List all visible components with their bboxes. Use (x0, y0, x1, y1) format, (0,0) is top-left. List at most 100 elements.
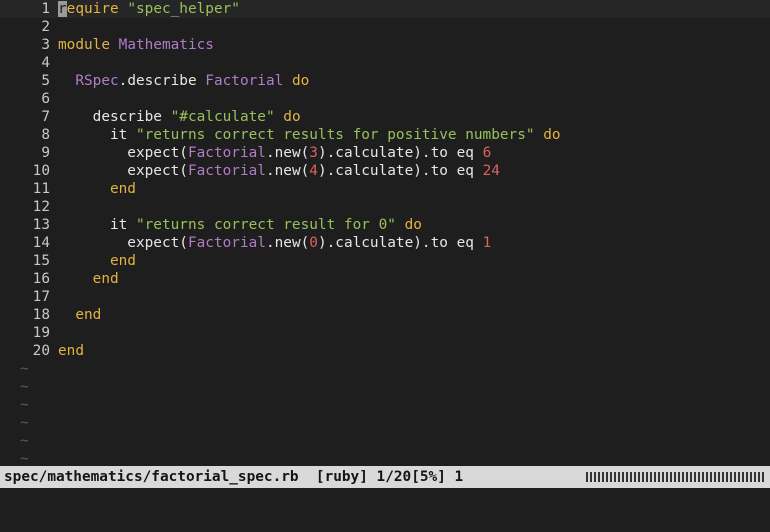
line-number: 14 (32, 235, 50, 251)
code-text: end (58, 270, 119, 288)
status-text: spec/mathematics/factorial_spec.rb [ruby… (4, 469, 464, 485)
token-plain: expect( (58, 235, 188, 251)
token-plain: .new( (265, 163, 310, 179)
code-line[interactable]: 5 RSpec.describe Factorial do (0, 72, 309, 90)
code-line[interactable]: 10 expect(Factorial.new(4).calculate).to… (0, 162, 500, 180)
editor-pane[interactable]: 1 require "spec_helper" 2 3 module Mathemati… (0, 0, 770, 467)
command-line[interactable] (0, 488, 770, 503)
code-text: it "returns correct results for positive… (58, 126, 561, 144)
token-const: RSpec (75, 73, 119, 89)
empty-line-marker: ~ (20, 433, 29, 449)
line-number: 3 (41, 37, 50, 53)
line-number: 17 (32, 289, 50, 305)
token-const: Factorial (187, 163, 266, 179)
token-kw: end (109, 253, 136, 269)
line-number: 7 (41, 109, 50, 125)
code-line[interactable]: 20 end (0, 342, 84, 360)
token-plain: expect( (58, 145, 188, 161)
token-kw: end (58, 343, 84, 359)
code-line[interactable]: 17 (0, 288, 58, 306)
code-line[interactable]: 6 (0, 90, 58, 108)
line-number: 12 (32, 199, 50, 215)
code-text: module Mathematics (58, 36, 214, 54)
code-line[interactable]: 3 module Mathematics (0, 36, 214, 54)
token-plain: it (58, 217, 136, 233)
line-number: 5 (41, 73, 50, 89)
scroll-indicator (586, 472, 766, 482)
token-kw: do (404, 217, 422, 233)
token-plain: describe (58, 109, 171, 125)
token-const: Factorial (187, 145, 266, 161)
code-line[interactable]: 7 describe "#calculate" do (0, 108, 301, 126)
token-num: 3 (309, 145, 318, 161)
code-text: it "returns correct result for 0" do (58, 216, 422, 234)
line-number: 9 (41, 145, 50, 161)
line-number: 4 (41, 55, 50, 71)
code-line[interactable]: 12 (0, 198, 58, 216)
token-kw: end (109, 181, 136, 197)
token-plain: ).calculate).to eq (317, 145, 483, 161)
line-number: 19 (32, 325, 50, 341)
empty-line-marker: ~ (20, 397, 29, 413)
code-text: describe "#calculate" do (58, 108, 301, 126)
token-num: 24 (482, 163, 500, 179)
token-str: "returns correct result for 0" (135, 217, 396, 233)
token-plain: ).calculate).to eq (317, 235, 483, 251)
token-num: 4 (309, 163, 318, 179)
token-str: "returns correct results for positive nu… (135, 127, 535, 143)
token-plain: it (58, 127, 136, 143)
code-line[interactable]: 13 it "returns correct result for 0" do (0, 216, 422, 234)
code-text: require "spec_helper" (58, 0, 240, 18)
token-const: Factorial (187, 235, 266, 251)
token-kw: do (283, 109, 301, 125)
line-number: 18 (32, 307, 50, 323)
code-text: end (58, 252, 136, 270)
code-text: end (58, 306, 101, 324)
token-plain: .describe (118, 73, 206, 89)
line-number: 6 (41, 91, 50, 107)
code-text: expect(Factorial.new(0).calculate).to eq… (58, 234, 491, 252)
token-plain: ).calculate).to eq (317, 163, 483, 179)
code-line[interactable]: 2 (0, 18, 58, 36)
line-number: 20 (32, 343, 50, 359)
token-kw: do (291, 73, 310, 89)
code-line[interactable]: 4 (0, 54, 58, 72)
code-line[interactable]: 1 require "spec_helper" (0, 0, 770, 18)
token-str: "#calculate" (170, 109, 275, 125)
token-num: 0 (309, 235, 318, 251)
code-line[interactable]: 15 end (0, 252, 136, 270)
code-line[interactable]: 16 end (0, 270, 119, 288)
line-number: 11 (32, 181, 50, 197)
code-line[interactable]: 19 (0, 324, 58, 342)
code-text: end (58, 342, 84, 360)
token-const: Factorial (205, 73, 284, 89)
code-line[interactable]: 14 expect(Factorial.new(0).calculate).to… (0, 234, 492, 252)
line-number: 13 (32, 217, 50, 233)
line-number: 1 (41, 1, 50, 17)
line-number: 8 (41, 127, 50, 143)
status-bar: spec/mathematics/factorial_spec.rb [ruby… (0, 466, 770, 488)
text-cursor: r (58, 1, 67, 17)
token-const: Mathematics (118, 37, 214, 53)
token-num: 6 (482, 145, 492, 161)
token-kw: end (92, 271, 119, 287)
code-text: end (58, 180, 136, 198)
empty-line-marker: ~ (20, 415, 29, 431)
line-number: 16 (32, 271, 50, 287)
code-text: expect(Factorial.new(4).calculate).to eq… (58, 162, 500, 180)
code-text: expect(Factorial.new(3).calculate).to eq… (58, 144, 491, 162)
token-kw: require (58, 1, 119, 17)
code-line[interactable]: 11 end (0, 180, 136, 198)
token-str: "spec_helper" (127, 1, 240, 17)
code-line[interactable]: 8 it "returns correct results for positi… (0, 126, 561, 144)
code-line[interactable]: 9 expect(Factorial.new(3).calculate).to … (0, 144, 491, 162)
code-line[interactable]: 18 end (0, 306, 102, 324)
